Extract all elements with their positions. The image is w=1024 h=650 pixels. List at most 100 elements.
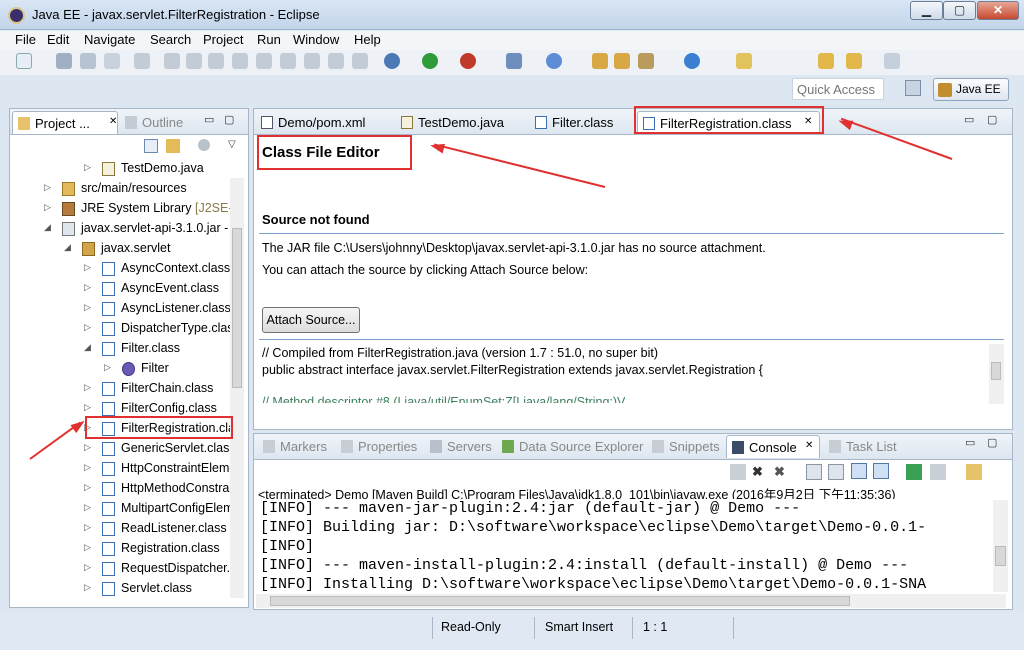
- maximize-button[interactable]: ▢: [943, 1, 976, 20]
- tab-data-source-explorer[interactable]: Data Source Explorer: [497, 435, 649, 458]
- menu-edit[interactable]: Edit: [47, 32, 69, 47]
- run-external-tool-icon[interactable]: [460, 53, 476, 69]
- tab-filter-class[interactable]: Filter.class: [530, 111, 630, 134]
- minimize-icon[interactable]: ▭: [965, 438, 976, 449]
- remove-launch-icon[interactable]: ✖: [752, 464, 768, 480]
- menu-navigate[interactable]: Navigate: [84, 32, 135, 47]
- remove-all-icon[interactable]: ✖: [774, 464, 790, 480]
- close-tab-icon[interactable]: ✕: [805, 440, 813, 451]
- debug-icon[interactable]: [384, 53, 400, 69]
- expand-arrow-icon[interactable]: ◢: [84, 342, 91, 353]
- tree-item[interactable]: ▷ Filter: [10, 359, 232, 379]
- expand-arrow-icon[interactable]: ▷: [84, 402, 91, 413]
- new-icon[interactable]: [16, 53, 32, 69]
- menu-search[interactable]: Search: [150, 32, 191, 47]
- tree-item[interactable]: ▷ TestDemo.java: [10, 159, 232, 179]
- expand-arrow-icon[interactable]: ◢: [64, 242, 71, 253]
- tree-item[interactable]: ▷ DispatcherType.clas: [10, 319, 232, 339]
- menu-file[interactable]: File: [15, 32, 36, 47]
- tree-item[interactable]: ▷ ReadListener.class: [10, 519, 232, 539]
- expand-arrow-icon[interactable]: ▷: [84, 382, 91, 393]
- run-icon[interactable]: [422, 53, 438, 69]
- tree-item[interactable]: ▷ src/main/resources: [10, 179, 232, 199]
- pin-console-icon[interactable]: [906, 464, 922, 480]
- tree-item[interactable]: ▷ FilterChain.class: [10, 379, 232, 399]
- expand-arrow-icon[interactable]: ▷: [84, 322, 91, 333]
- resume-icon[interactable]: [164, 53, 180, 69]
- tab-markers[interactable]: Markers: [258, 435, 333, 458]
- expand-arrow-icon[interactable]: ▷: [44, 182, 51, 193]
- link-with-editor-icon[interactable]: [166, 139, 180, 153]
- save-all-icon[interactable]: [80, 53, 96, 69]
- collapse-all-icon[interactable]: [144, 139, 158, 153]
- tree-item[interactable]: ▷ Servlet.class: [10, 579, 232, 599]
- minimize-button[interactable]: ▁: [910, 1, 943, 20]
- show-console-stdout-icon[interactable]: [851, 463, 867, 479]
- console-output[interactable]: [INFO] --- maven-jar-plugin:2.4:jar (def…: [256, 499, 988, 594]
- terminate-icon[interactable]: [730, 464, 746, 480]
- tab-properties[interactable]: Properties: [336, 435, 423, 458]
- globe-icon[interactable]: [684, 53, 700, 69]
- expand-arrow-icon[interactable]: ▷: [84, 442, 91, 453]
- tree-item[interactable]: ▷ HttpMethodConstra: [10, 479, 232, 499]
- open-type-icon[interactable]: [592, 53, 608, 69]
- expand-arrow-icon[interactable]: ▷: [84, 522, 91, 533]
- expand-arrow-icon[interactable]: ▷: [84, 562, 91, 573]
- tab-snippets[interactable]: Snippets: [647, 435, 726, 458]
- print-icon[interactable]: [104, 53, 120, 69]
- terminate-icon[interactable]: [208, 53, 224, 69]
- drop-to-frame-icon[interactable]: [328, 53, 344, 69]
- java-ee-perspective-button[interactable]: Java EE: [933, 78, 1009, 101]
- expand-arrow-icon[interactable]: ◢: [44, 222, 51, 233]
- open-console-icon[interactable]: [966, 464, 982, 480]
- step-over-icon[interactable]: [280, 53, 296, 69]
- tab-console[interactable]: Console ✕: [726, 435, 820, 458]
- pin-icon[interactable]: [884, 53, 900, 69]
- tab-task-list[interactable]: Task List: [824, 435, 903, 458]
- tree-item[interactable]: ▷ AsyncEvent.class: [10, 279, 232, 299]
- open-perspective-icon[interactable]: [905, 80, 921, 96]
- step-return-icon[interactable]: [304, 53, 320, 69]
- tree-item[interactable]: ▷ AsyncContext.class: [10, 259, 232, 279]
- menu-run[interactable]: Run: [257, 32, 281, 47]
- display-console-icon[interactable]: [930, 464, 946, 480]
- save-icon[interactable]: [56, 53, 72, 69]
- tree-item[interactable]: ◢ Filter.class: [10, 339, 232, 359]
- explorer-scroll-thumb[interactable]: [232, 228, 242, 388]
- tree-item[interactable]: ▷ Registration.class: [10, 539, 232, 559]
- show-console-stderr-icon[interactable]: [873, 463, 889, 479]
- scroll-lock-icon[interactable]: [828, 464, 844, 480]
- expand-arrow-icon[interactable]: ▷: [84, 262, 91, 273]
- expand-arrow-icon[interactable]: ▷: [84, 482, 91, 493]
- tree-item[interactable]: ◢ javax.servlet: [10, 239, 232, 259]
- expand-arrow-icon[interactable]: ▷: [84, 502, 91, 513]
- menu-window[interactable]: Window: [293, 32, 339, 47]
- attach-source-button[interactable]: Attach Source...: [262, 307, 360, 333]
- tab-servers[interactable]: Servers: [425, 435, 498, 458]
- suspend-icon[interactable]: [186, 53, 202, 69]
- tab-pom-xml[interactable]: Demo/pom.xml: [256, 111, 390, 134]
- skip-breakpoints-icon[interactable]: [134, 53, 150, 69]
- step-into-icon[interactable]: [256, 53, 272, 69]
- new-java-project-icon[interactable]: [546, 53, 562, 69]
- tab-project-explorer[interactable]: Project ... ✕: [12, 111, 118, 134]
- tree-item[interactable]: ▷ MultipartConfigElem: [10, 499, 232, 519]
- expand-arrow-icon[interactable]: ▷: [84, 542, 91, 553]
- menu-help[interactable]: Help: [354, 32, 381, 47]
- console-vscrollbar[interactable]: [993, 500, 1008, 592]
- maximize-icon[interactable]: ▢: [224, 115, 235, 126]
- edit-pencil-icon[interactable]: [638, 53, 654, 69]
- clear-console-icon[interactable]: [806, 464, 822, 480]
- next-annotation-icon[interactable]: [736, 53, 752, 69]
- view-menu-icon[interactable]: [198, 139, 210, 151]
- minimize-icon[interactable]: ▭: [204, 115, 215, 126]
- back-icon[interactable]: [818, 53, 834, 69]
- chevron-down-icon[interactable]: ▽: [228, 139, 236, 150]
- open-folder-icon[interactable]: [614, 53, 630, 69]
- tree-item[interactable]: ▷ RequestDispatcher.c: [10, 559, 232, 579]
- expand-arrow-icon[interactable]: ▷: [84, 582, 91, 593]
- menu-project[interactable]: Project: [203, 32, 243, 47]
- expand-arrow-icon[interactable]: ▷: [84, 282, 91, 293]
- maximize-icon[interactable]: ▢: [987, 438, 998, 449]
- tree-item[interactable]: ◢ javax.servlet-api-3.1.0.jar -: [10, 219, 232, 239]
